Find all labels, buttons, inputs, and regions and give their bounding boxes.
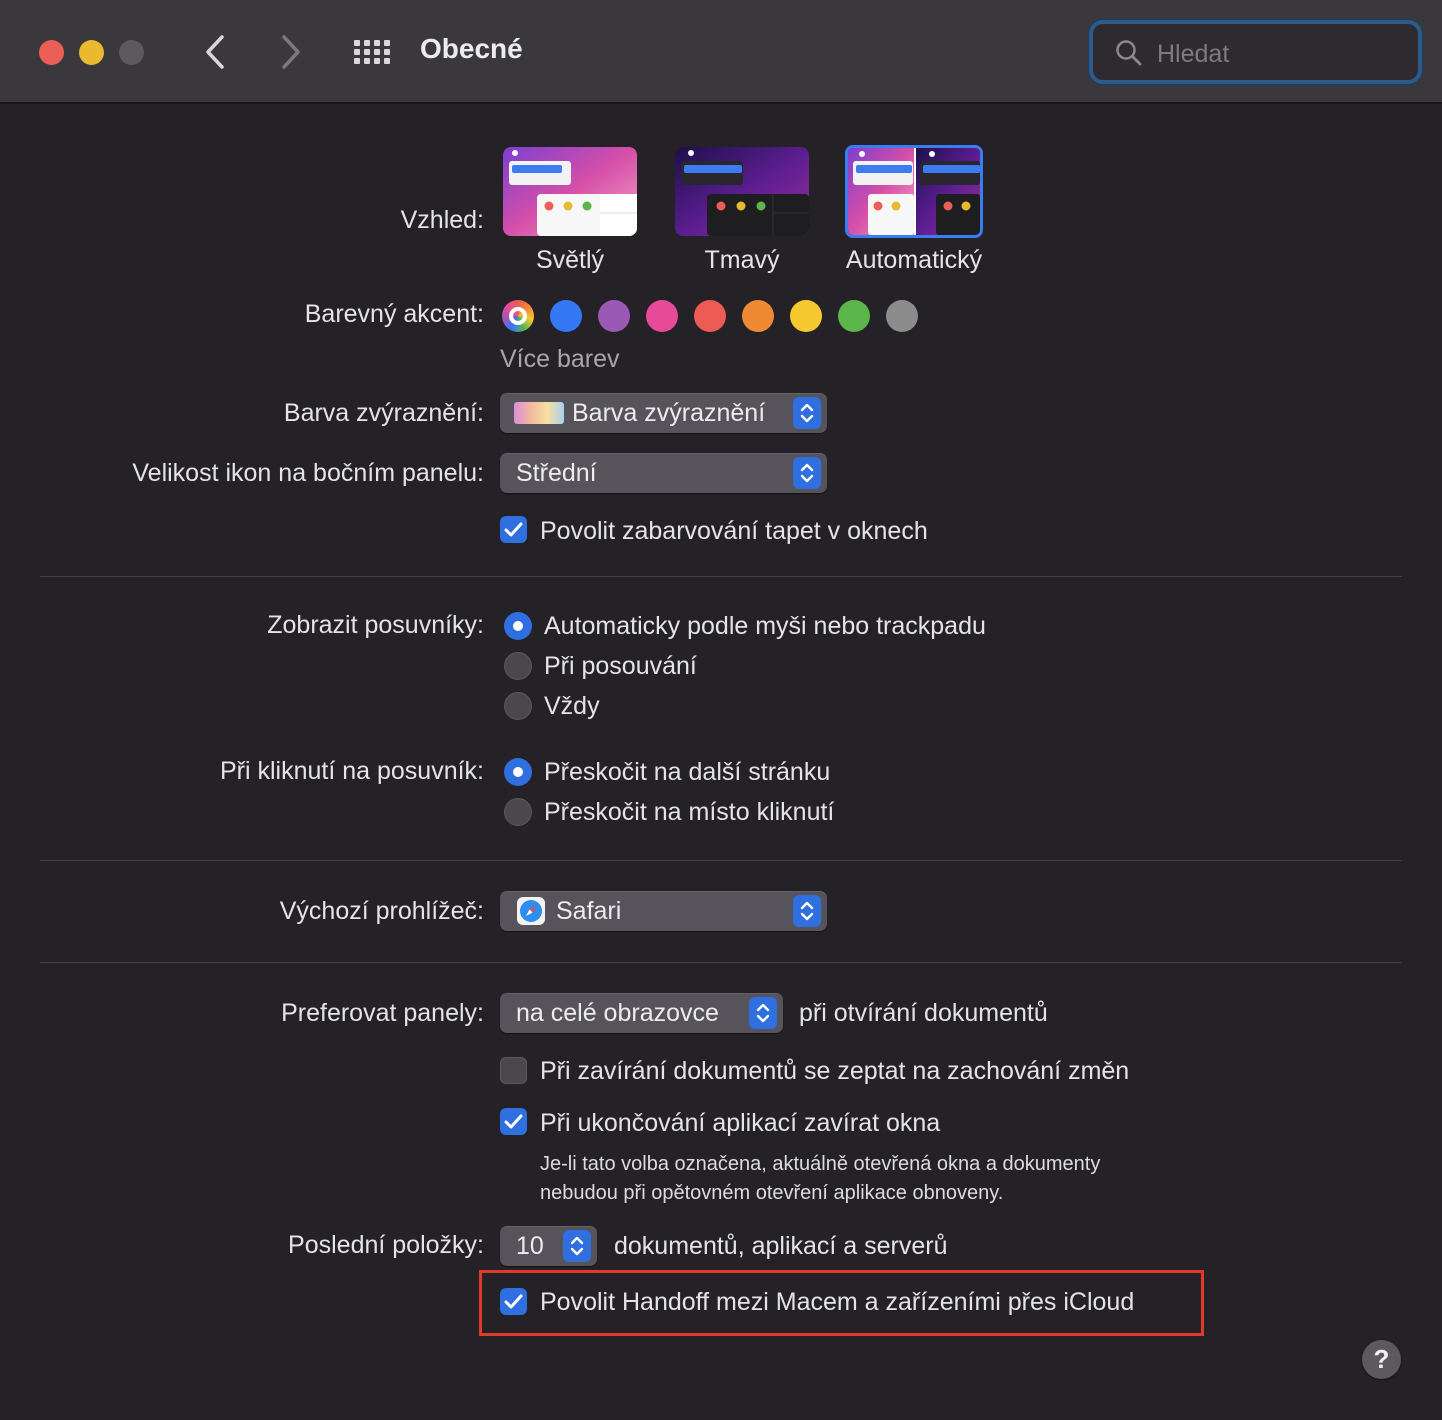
search-icon xyxy=(1116,40,1142,66)
highlight-color-label: Barva zvýraznění: xyxy=(283,399,484,427)
chevron-updown-icon xyxy=(563,1230,591,1262)
window-title: Obecné xyxy=(420,33,523,64)
scrollbars-auto-radio[interactable] xyxy=(504,612,532,640)
show-all-grid-icon[interactable] xyxy=(352,38,392,66)
more-colors-label: Více barev xyxy=(500,345,620,373)
minimize-window-button[interactable] xyxy=(79,40,104,65)
handoff-checkbox[interactable] xyxy=(500,1288,527,1315)
close-window-button[interactable] xyxy=(39,40,64,65)
accent-swatch-blue[interactable] xyxy=(550,300,582,332)
recent-items-popup[interactable]: 10 xyxy=(500,1226,597,1266)
checkmark-icon xyxy=(504,1114,523,1129)
jump-click-spot-label: Přeskočit na místo kliknutí xyxy=(544,798,835,826)
appearance-light-label: Světlý xyxy=(535,246,605,274)
accent-swatch-pink[interactable] xyxy=(646,300,678,332)
sidebar-icon-size-value: Střední xyxy=(516,459,597,487)
scrollbars-auto-label: Automaticky podle myši nebo trackpadu xyxy=(544,612,986,640)
scrollbars-scrolling-label: Při posouvání xyxy=(544,652,697,680)
accent-swatch-multicolor[interactable] xyxy=(502,300,534,332)
safari-icon xyxy=(517,897,545,925)
chevron-updown-icon xyxy=(793,397,821,429)
accent-swatch-green[interactable] xyxy=(838,300,870,332)
appearance-auto-label: Automatický xyxy=(845,246,983,274)
handoff-label: Povolit Handoff mezi Macem a zařízeními … xyxy=(540,1288,1135,1316)
default-browser-value: Safari xyxy=(556,897,622,925)
appearance-light-thumbnail[interactable] xyxy=(503,147,637,236)
highlight-color-value: Barva zvýraznění xyxy=(572,399,766,427)
highlight-gradient-swatch xyxy=(514,402,564,424)
recent-items-value: 10 xyxy=(516,1232,544,1260)
wallpaper-tinting-label: Povolit zabarvování tapet v oknech xyxy=(540,517,928,545)
accent-swatch-purple[interactable] xyxy=(598,300,630,332)
accent-swatch-yellow[interactable] xyxy=(790,300,822,332)
prefer-tabs-label: Preferovat panely: xyxy=(281,999,484,1027)
jump-next-page-radio[interactable] xyxy=(504,758,532,786)
accent-swatch-red[interactable] xyxy=(694,300,726,332)
accent-color-label: Barevný akcent: xyxy=(304,300,484,328)
recent-items-label: Poslední položky: xyxy=(288,1231,484,1259)
search-input[interactable] xyxy=(1155,36,1409,72)
chevron-updown-icon xyxy=(793,457,821,489)
checkmark-icon xyxy=(504,1294,523,1309)
highlight-color-popup[interactable]: Barva zvýraznění xyxy=(500,393,827,433)
section-divider xyxy=(40,576,1402,577)
checkmark-icon xyxy=(504,522,523,537)
recent-items-suffix: dokumentů, aplikací a serverů xyxy=(614,1232,948,1260)
title-bar: Obecné xyxy=(0,0,1442,104)
chevron-updown-icon xyxy=(793,895,821,927)
scrollbars-always-label: Vždy xyxy=(544,692,600,720)
accent-swatch-orange[interactable] xyxy=(742,300,774,332)
scrollbars-always-radio[interactable] xyxy=(504,692,532,720)
search-field[interactable] xyxy=(1089,20,1422,84)
ask-keep-changes-label: Při zavírání dokumentů se zeptat na zach… xyxy=(540,1057,1130,1085)
default-browser-popup[interactable]: Safari xyxy=(500,891,827,931)
appearance-dark-thumbnail[interactable] xyxy=(675,147,809,236)
back-arrow-icon[interactable] xyxy=(200,33,230,71)
appearance-auto-thumbnail[interactable] xyxy=(845,145,983,238)
prefer-tabs-popup[interactable]: na celé obrazovce xyxy=(500,993,783,1033)
accent-swatch-graphite[interactable] xyxy=(886,300,918,332)
section-divider xyxy=(40,860,1402,861)
forward-arrow-icon[interactable] xyxy=(276,33,306,71)
prefer-tabs-suffix: při otvírání dokumentů xyxy=(799,999,1048,1027)
help-button[interactable]: ? xyxy=(1362,1340,1401,1379)
zoom-window-button xyxy=(119,40,144,65)
close-windows-note-line2: nebudou při opětovném otevření aplikace … xyxy=(540,1182,1004,1204)
appearance-label: Vzhled: xyxy=(400,206,484,234)
system-preferences-window: Obecné Vzhled: xyxy=(0,0,1442,1420)
sidebar-icon-size-label: Velikost ikon na bočním panelu: xyxy=(132,459,484,487)
close-windows-checkbox[interactable] xyxy=(500,1108,527,1135)
wallpaper-tinting-checkbox[interactable] xyxy=(500,516,527,543)
default-browser-label: Výchozí prohlížeč: xyxy=(279,897,484,925)
prefer-tabs-value: na celé obrazovce xyxy=(516,999,719,1027)
show-scrollbars-label: Zobrazit posuvníky: xyxy=(267,611,484,639)
scrollbars-scrolling-radio[interactable] xyxy=(504,652,532,680)
chevron-updown-icon xyxy=(749,997,777,1029)
close-windows-note-line1: Je-li tato volba označena, aktuálně otev… xyxy=(540,1153,1101,1175)
jump-click-spot-radio[interactable] xyxy=(504,798,532,826)
jump-next-page-label: Přeskočit na další stránku xyxy=(544,758,831,786)
section-divider xyxy=(40,962,1402,963)
close-windows-label: Při ukončování aplikací zavírat okna xyxy=(540,1109,941,1137)
click-scrollbar-label: Při kliknutí na posuvník: xyxy=(219,757,484,785)
appearance-dark-label: Tmavý xyxy=(704,246,780,274)
ask-keep-changes-checkbox[interactable] xyxy=(500,1057,527,1084)
sidebar-icon-size-popup[interactable]: Střední xyxy=(500,453,827,493)
